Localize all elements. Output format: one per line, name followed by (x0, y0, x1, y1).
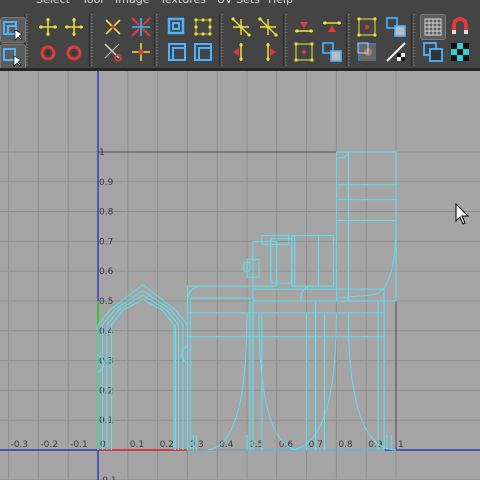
u-tick-label: 1 (398, 440, 404, 450)
dim-image-icon[interactable] (355, 40, 379, 64)
move-right-icon[interactable] (256, 40, 280, 64)
toolbar-grip[interactable] (156, 14, 158, 66)
v-tick-label: 0.5 (99, 297, 113, 307)
flip-vertical-icon[interactable] (62, 15, 86, 39)
sew-uv-icon[interactable] (165, 15, 189, 39)
v-tick-label: 0.6 (99, 267, 114, 277)
u-tick-label: 0.4 (219, 440, 234, 450)
uv-shell-outline (186, 285, 254, 451)
uv-toolbar (0, 6, 480, 68)
toolbar-grip[interactable] (221, 14, 223, 66)
v-tick-label: -0.1 (99, 476, 117, 480)
uv-shell-outline (270, 237, 293, 284)
magnet-snap-icon[interactable] (448, 15, 472, 39)
uv-editor-viewport[interactable]: -0.3 -0.2 -0.1 0 0.1 0.2 0.3 0.4 0.5 0.6 0.7 0.8 0.9… (0, 71, 480, 480)
move-left-icon[interactable] (229, 40, 253, 64)
cut-uv-icon[interactable] (101, 40, 125, 64)
shell-grid-icon[interactable] (355, 15, 379, 39)
v-tick-label: 0.9 (99, 178, 114, 188)
move-up-icon[interactable] (320, 15, 344, 39)
v-tick-label: 0.7 (99, 237, 113, 247)
checker-toggle-icon[interactable] (384, 40, 408, 64)
grid-uv-icon[interactable] (256, 15, 280, 39)
uv-shell-edge (336, 151, 349, 159)
uv-shell-outline (261, 234, 290, 245)
uv-shell-edge (110, 298, 175, 450)
toolbar-separator[interactable] (283, 14, 287, 66)
grid-icon[interactable] (420, 14, 446, 40)
toolbar-grip[interactable] (26, 14, 28, 66)
u-tick-label: 0.8 (338, 440, 353, 450)
uv-shell-outline (252, 240, 278, 287)
split-uv-icon[interactable] (129, 40, 153, 64)
uv-shell-outline (189, 297, 251, 451)
shaded-uv-icon[interactable] (421, 40, 445, 64)
uv-shell-edge (258, 312, 301, 451)
u-tick-label: 0.5 (249, 440, 263, 450)
unfold-icon[interactable] (165, 40, 189, 64)
rotate-ccw-icon[interactable] (36, 41, 60, 65)
mouse-cursor-icon (455, 203, 470, 225)
u-tick-label: 0.2 (160, 440, 174, 450)
relax-icon[interactable] (191, 40, 215, 64)
toolbar-grip[interactable] (348, 14, 350, 66)
u-tick-label: -0.2 (40, 440, 58, 450)
toolbar-grip[interactable] (413, 14, 415, 66)
rotate-cw-icon[interactable] (62, 41, 86, 65)
toolbar-separator[interactable] (411, 14, 415, 66)
uv-select-icon[interactable] (0, 17, 26, 43)
v-tick-label: 1 (99, 148, 105, 158)
toolbar-grip[interactable] (285, 14, 287, 66)
toolbar-grip[interactable] (91, 14, 93, 66)
v-tick-label: 0.8 (99, 208, 114, 218)
uv-shell-edge (205, 312, 248, 451)
uv-shell-edge (347, 312, 397, 451)
uv-shell-edge (288, 312, 337, 451)
align-icon[interactable] (101, 15, 125, 39)
uv-shell-outline (291, 234, 334, 287)
uv-shell-edge (186, 285, 200, 302)
u-tick-label: 0 (100, 440, 106, 450)
shell-border-icon[interactable] (320, 40, 344, 64)
toolbar-separator[interactable] (154, 14, 158, 66)
u-tick-label: -0.3 (11, 440, 29, 450)
u-tick-label: -0.1 (70, 440, 88, 450)
u-tick-label: 0.1 (130, 440, 144, 450)
move-down-icon[interactable] (292, 15, 316, 39)
uv-canvas[interactable]: -0.3 -0.2 -0.1 0 0.1 0.2 0.3 0.4 0.5 0.6 0.7 0.8 0.9… (0, 71, 480, 480)
merge-uv-icon[interactable] (191, 15, 215, 39)
select-shell-icon[interactable] (292, 40, 316, 64)
checker-map-icon[interactable] (448, 40, 472, 64)
layout-icon[interactable] (229, 15, 253, 39)
uv-shell-select-icon[interactable] (0, 44, 26, 68)
flip-horizontal-icon[interactable] (36, 15, 60, 39)
distribute-icon[interactable] (129, 15, 153, 39)
toolbar-separator[interactable] (346, 14, 350, 66)
uv-shell-edge (101, 289, 184, 450)
uv-shell-edge (106, 294, 179, 450)
toolbar-separator[interactable] (219, 14, 223, 66)
toolbar-separator[interactable] (89, 14, 93, 66)
uv-shell-outline (315, 300, 385, 451)
shell-pack-icon[interactable] (384, 15, 408, 39)
